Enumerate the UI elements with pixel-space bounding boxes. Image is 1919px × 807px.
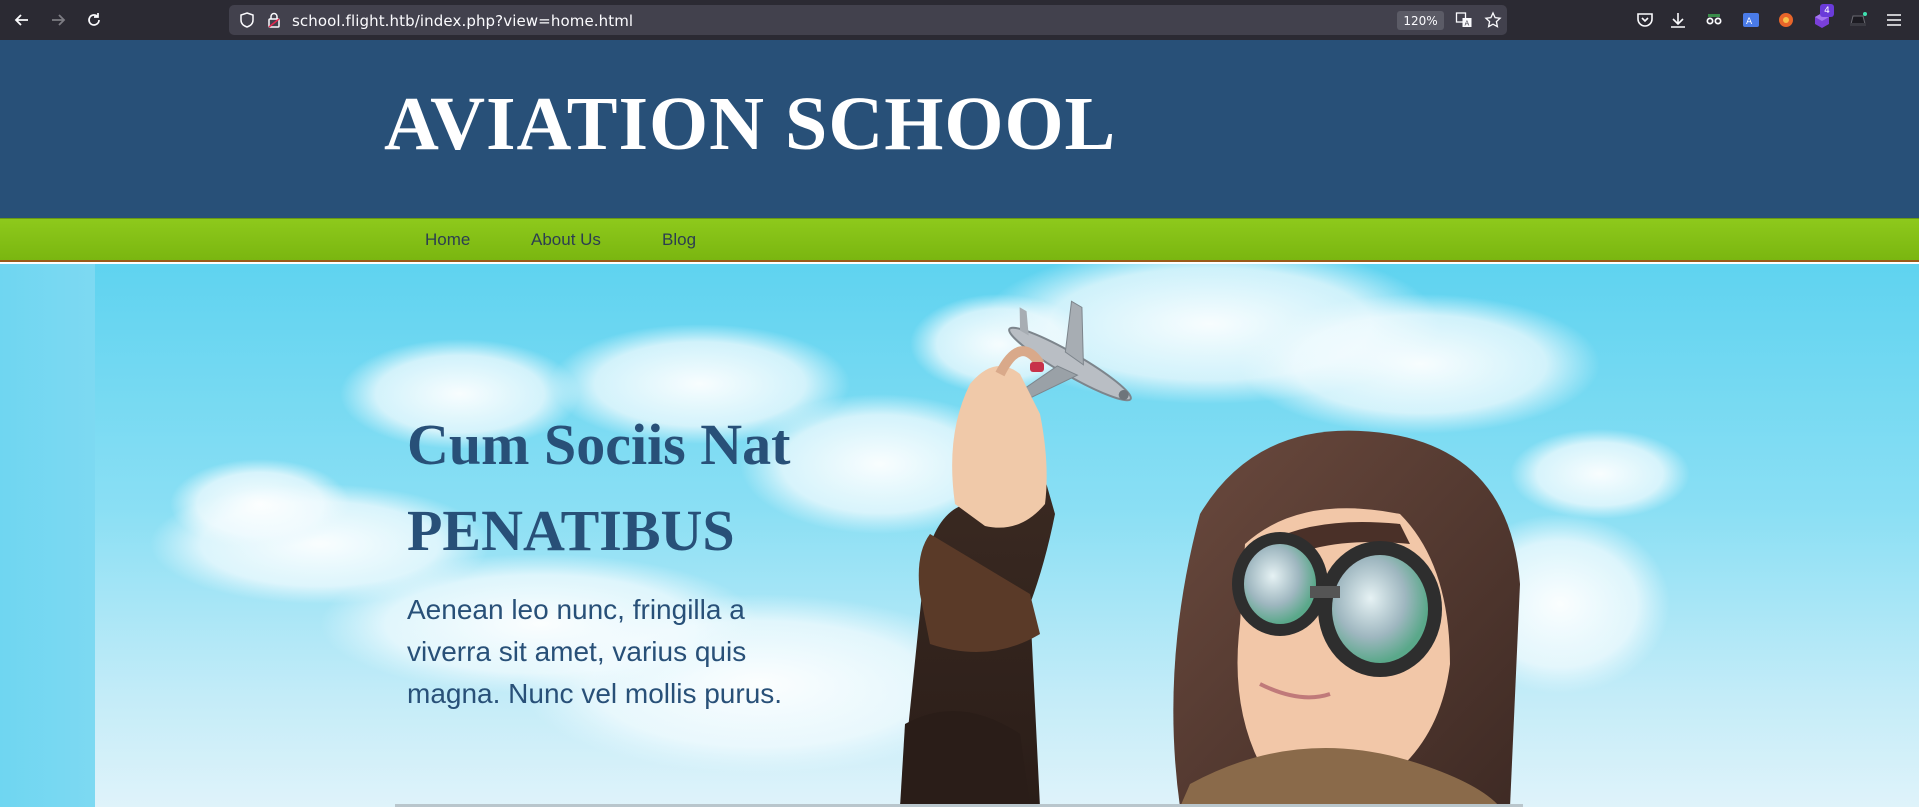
- back-arrow-icon[interactable]: [9, 8, 35, 32]
- site-header: AVIATION SCHOOL: [0, 40, 1919, 218]
- main-navigation: Home About Us Blog: [0, 218, 1919, 262]
- download-icon[interactable]: [1668, 10, 1688, 30]
- nav-link-blog[interactable]: Blog: [662, 230, 696, 250]
- fox-extension-icon[interactable]: [1776, 10, 1796, 30]
- url-bar[interactable]: school.flight.htb/index.php?view=home.ht…: [229, 5, 1507, 35]
- translate-icon[interactable]: A: [1455, 11, 1473, 29]
- reload-icon[interactable]: [81, 8, 107, 32]
- lock-icon[interactable]: [266, 11, 282, 29]
- nav-link-home[interactable]: Home: [425, 230, 470, 250]
- svg-text:A: A: [1465, 20, 1470, 28]
- shield-icon[interactable]: [238, 11, 256, 29]
- menu-icon[interactable]: [1884, 10, 1904, 30]
- hero-heading-line1: Cum Sociis Nat: [407, 412, 791, 477]
- hero-illustration: [150, 264, 1690, 807]
- nav-link-about-us[interactable]: About Us: [531, 230, 601, 250]
- zoom-level-badge[interactable]: 120%: [1397, 11, 1444, 30]
- pocket-icon[interactable]: [1635, 10, 1655, 30]
- url-text[interactable]: school.flight.htb/index.php?view=home.ht…: [292, 12, 633, 30]
- svg-text:A: A: [1746, 17, 1753, 27]
- hero-banner: Cum Sociis Nat PENATIBUS Aenean leo nunc…: [0, 264, 1919, 807]
- forward-arrow-icon[interactable]: [45, 8, 71, 32]
- spy-extension-icon[interactable]: [1704, 10, 1724, 30]
- extension-badge: 4: [1820, 4, 1834, 17]
- site-title[interactable]: AVIATION SCHOOL: [384, 86, 1116, 162]
- hat-extension-icon[interactable]: [1848, 10, 1868, 30]
- hero-body-text: Aenean leo nunc, fringilla a viverra sit…: [407, 594, 783, 709]
- translate-extension-icon[interactable]: A: [1741, 10, 1761, 30]
- star-icon[interactable]: [1484, 11, 1502, 29]
- browser-toolbar: school.flight.htb/index.php?view=home.ht…: [0, 0, 1919, 40]
- hero-heading-line2: PENATIBUS: [407, 498, 735, 563]
